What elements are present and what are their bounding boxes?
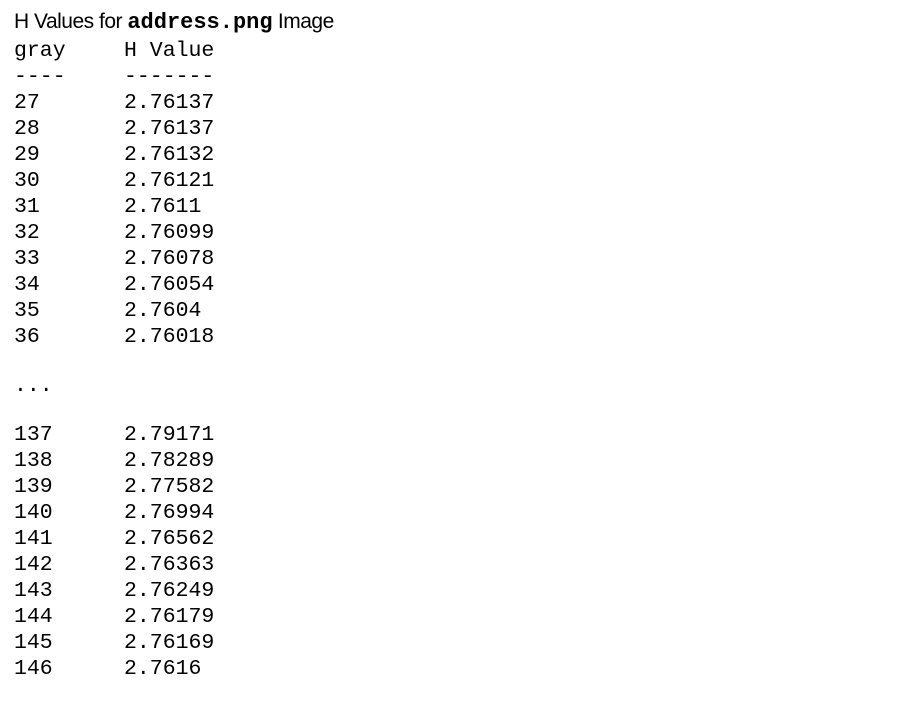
h-value-cell: 2.76249 — [124, 579, 215, 603]
table-row: 143 2.76249 — [14, 578, 324, 604]
gray-cell: 140 — [14, 501, 53, 525]
gray-cell: 137 — [14, 423, 53, 447]
table-row: 138 2.78289 — [14, 448, 324, 474]
gray-cell: 32 — [14, 221, 40, 245]
h-value-cell: 2.76099 — [124, 221, 215, 245]
h-value-cell: 2.76054 — [124, 273, 215, 297]
table-row: 139 2.77582 — [14, 474, 324, 500]
gray-cell: 27 — [14, 91, 40, 115]
h-value-cell: 2.7604 — [124, 299, 202, 323]
rows-bottom-group: 137 2.79171 138 2.78289 139 2.77582 140 2.76994… — [14, 422, 324, 682]
table-row: 36 2.76018 — [14, 324, 324, 350]
table-row: 140 2.76994 — [14, 500, 324, 526]
table-row: 144 2.76179 — [14, 604, 324, 630]
h-value-cell: 2.77582 — [124, 475, 215, 499]
h-value-cell: 2.76137 — [124, 91, 215, 115]
header-rule-row: ---- ------- — [14, 64, 324, 90]
header-gray-rule: ---- — [14, 65, 66, 89]
gray-cell: 28 — [14, 117, 40, 141]
table-row: 27 2.76137 — [14, 90, 324, 116]
table-row: 141 2.76562 — [14, 526, 324, 552]
h-value-cell: 2.76363 — [124, 553, 215, 577]
h-value-cell: 2.79171 — [124, 423, 215, 447]
gray-cell: 35 — [14, 299, 40, 323]
table-row: 31 2.7611 — [14, 194, 324, 220]
table-row: 35 2.7604 — [14, 298, 324, 324]
header-row: gray H Value — [14, 38, 324, 64]
title-prefix: H Values for — [14, 10, 123, 33]
gray-cell: 34 — [14, 273, 40, 297]
h-value-cell: 2.7616 — [124, 657, 202, 681]
gray-cell: 29 — [14, 143, 40, 167]
h-value-cell: 2.76137 — [124, 117, 215, 141]
header-h-value: H Value — [124, 39, 215, 63]
table-row: 33 2.76078 — [14, 246, 324, 272]
gray-cell: 142 — [14, 553, 53, 577]
gray-cell: 33 — [14, 247, 40, 271]
h-value-cell: 2.7611 — [124, 195, 202, 219]
title-filename: address.png — [127, 10, 273, 35]
gray-cell: 139 — [14, 475, 53, 499]
h-value-cell: 2.76121 — [124, 169, 215, 193]
table-row: 34 2.76054 — [14, 272, 324, 298]
h-value-cell: 2.76018 — [124, 325, 215, 349]
h-value-cell: 2.76179 — [124, 605, 215, 629]
table-row: 146 2.7616 — [14, 656, 324, 682]
document-title: H Values for address.png Image — [14, 8, 334, 37]
h-values-table: gray H Value ---- ------- 27 2.76137 28 2.7… — [14, 38, 324, 682]
table-row: 29 2.76132 — [14, 142, 324, 168]
gray-cell: 141 — [14, 527, 53, 551]
h-value-cell: 2.76132 — [124, 143, 215, 167]
table-row: 30 2.76121 — [14, 168, 324, 194]
header-h-rule: ------- — [124, 65, 215, 89]
gray-cell: 36 — [14, 325, 40, 349]
header-gray: gray — [14, 39, 66, 63]
h-value-cell: 2.76562 — [124, 527, 215, 551]
gray-cell: 145 — [14, 631, 53, 655]
h-value-cell: 2.76078 — [124, 247, 215, 271]
ellipsis: ... — [14, 374, 53, 398]
gray-cell: 143 — [14, 579, 53, 603]
gray-cell: 31 — [14, 195, 40, 219]
table-row: 145 2.76169 — [14, 630, 324, 656]
h-value-cell: 2.78289 — [124, 449, 215, 473]
rows-top-group: 27 2.76137 28 2.76137 29 2.76132 30 2.76121 31 2.… — [14, 90, 324, 350]
gray-cell: 30 — [14, 169, 40, 193]
title-suffix: Image — [277, 10, 334, 33]
table-row: 32 2.76099 — [14, 220, 324, 246]
gray-cell: 138 — [14, 449, 53, 473]
table-row: 28 2.76137 — [14, 116, 324, 142]
h-value-cell: 2.76169 — [124, 631, 215, 655]
table-row: 142 2.76363 — [14, 552, 324, 578]
table-row: 137 2.79171 — [14, 422, 324, 448]
gray-cell: 144 — [14, 605, 53, 629]
gray-cell: 146 — [14, 657, 53, 681]
h-value-cell: 2.76994 — [124, 501, 215, 525]
